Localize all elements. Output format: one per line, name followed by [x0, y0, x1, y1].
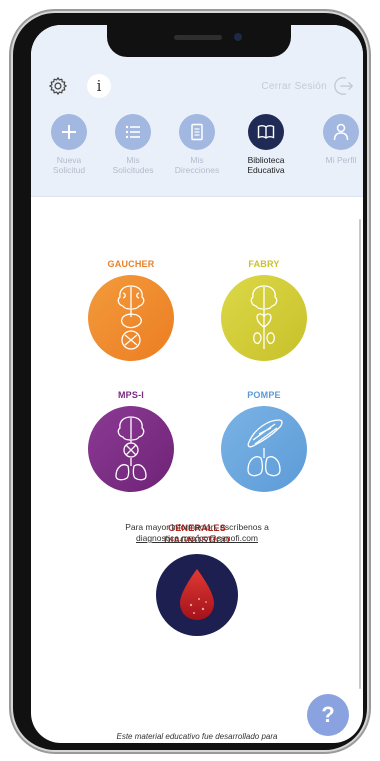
nav-item-nueva-solicitud[interactable]: Nueva Solicitud [34, 114, 104, 175]
mps-i-organs-icon [88, 406, 174, 492]
nav-item-mis-direcciones[interactable]: Mis Direcciones [162, 114, 232, 175]
speaker-grille [174, 35, 222, 40]
contact-text: Para mayor información, escríbenos a [125, 522, 269, 532]
pompe-muscle-lungs-icon [221, 406, 307, 492]
disease-card-gaucher[interactable]: GAUCHER [86, 259, 176, 361]
gear-icon[interactable] [47, 75, 69, 97]
nav-label: Mis Direcciones [162, 155, 232, 175]
contact-info: Para mayor información, escríbenos a dia… [31, 522, 363, 544]
list-icon [115, 114, 151, 150]
book-icon [248, 114, 284, 150]
nav-label-line1: Mis [126, 155, 140, 165]
disease-title: MPS-I [117, 390, 144, 400]
plus-icon [51, 114, 87, 150]
disease-card-pompe[interactable]: POMPE [219, 390, 309, 492]
document-icon [179, 114, 215, 150]
nav-bar: Nueva Solicitud Mis Solicitudes Mis Dire… [31, 114, 363, 194]
logout-button[interactable]: Cerrar Sesión [261, 75, 355, 97]
nav-label: Biblioteca Educativa [231, 155, 301, 175]
nav-label: Mi Perfil [306, 155, 363, 165]
disease-card-mps-i[interactable]: MPS-I [86, 390, 176, 492]
nav-label: Mis Solicitudes [98, 155, 168, 175]
blood-drop-icon [156, 554, 238, 636]
logout-label: Cerrar Sesión [261, 80, 327, 92]
nav-label-line2: Educativa [247, 165, 285, 175]
nav-label-line2: Solicitud [52, 165, 86, 175]
contact-email-link[interactable]: diagnostico.mexico@sanofi.com [31, 533, 363, 544]
info-icon[interactable]: i [87, 74, 111, 98]
gaucher-organs-icon [88, 275, 174, 361]
disease-title: FABRY [248, 259, 280, 269]
fabry-organs-icon [221, 275, 307, 361]
user-icon [323, 114, 359, 150]
nav-item-mis-solicitudes[interactable]: Mis Solicitudes [98, 114, 168, 175]
nav-label: Nueva Solicitud [34, 155, 104, 175]
nav-label-line1: Biblioteca [247, 155, 285, 165]
nav-item-biblioteca-educativa[interactable]: Biblioteca Educativa [231, 114, 301, 175]
nav-label-line1: Nueva [56, 155, 82, 165]
disease-title: GAUCHER [107, 259, 155, 269]
nav-label-line1: Mi Perfil [325, 155, 357, 165]
nav-label-line2: Solicitudes [112, 165, 154, 175]
nav-label-line2: Direcciones [174, 165, 220, 175]
disease-title: POMPE [247, 390, 281, 400]
front-camera [234, 33, 242, 41]
logout-arrow-icon [333, 75, 355, 97]
phone-notch [107, 25, 291, 57]
disease-card-fabry[interactable]: FABRY [219, 259, 309, 361]
nav-label-line1: Mis [190, 155, 204, 165]
footer-text: Este material educativo fue desarrollado… [116, 732, 278, 741]
app-screen: i Cerrar Sesión Nueva Solicitud Mis Soli… [31, 25, 363, 743]
library-content: GAUCHER FABRY MPS-I POMPE GENERALES DIAG… [31, 197, 363, 743]
help-button[interactable]: ? [307, 694, 349, 736]
scrollbar[interactable] [359, 219, 361, 689]
nav-item-mi-perfil[interactable]: Mi Perfil [306, 114, 363, 165]
